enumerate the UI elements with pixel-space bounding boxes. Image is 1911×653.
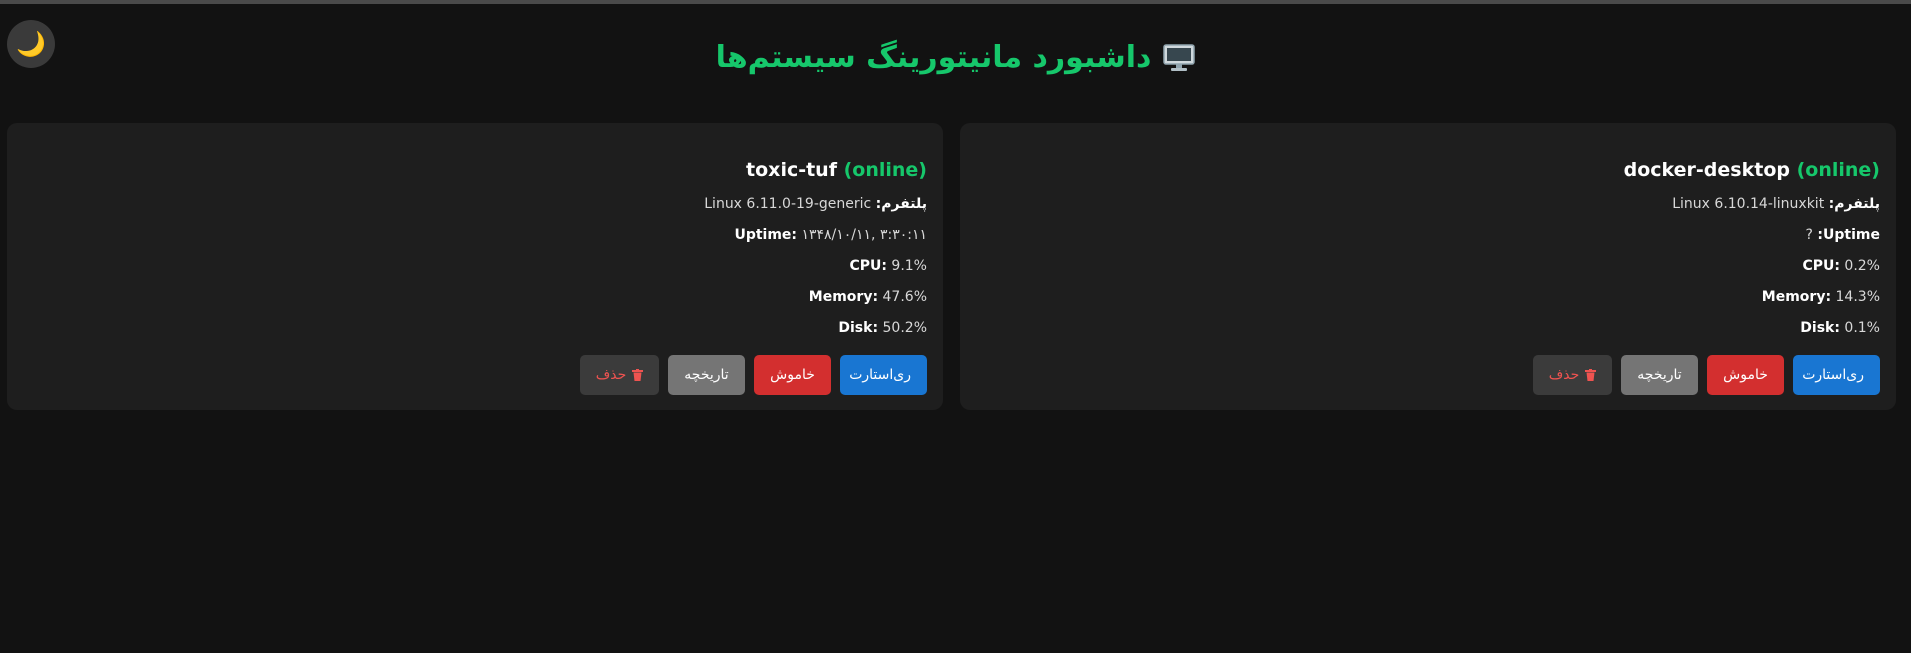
host-name: docker-desktop (1623, 159, 1790, 181)
memory-value: 14.3% (1835, 289, 1880, 305)
shutdown-button[interactable]: خاموش (754, 355, 831, 395)
delete-button[interactable]: حذف (1533, 355, 1612, 395)
memory-row: Memory: 47.6% (23, 288, 927, 306)
host-actions: ری‌استارت خاموش تاریخچه حذف (976, 355, 1880, 395)
page-title-text: داشبورد مانیتورینگ سیستم‌ها (715, 40, 1152, 75)
trash-icon (632, 369, 644, 381)
memory-value: 47.6% (882, 289, 927, 305)
page-title: داشبورد مانیتورینگ سیستم‌ها (0, 40, 1911, 75)
host-card: docker-desktop (online) پلتفرم: Linux 6.… (960, 123, 1896, 410)
uptime-row: Uptime: ? (976, 226, 1880, 244)
platform-row: پلتفرم: Linux 6.10.14-linuxkit (976, 195, 1880, 213)
uptime-row: Uptime: ۱۳۴۸/۱۰/۱۱, ۳:۳۰:۱۱ (23, 226, 927, 244)
host-title: toxic-tuf (online) (23, 159, 927, 181)
restart-button[interactable]: ری‌استارت (840, 355, 927, 395)
monitor-icon (1163, 43, 1196, 73)
disk-value: 0.1% (1844, 320, 1880, 336)
disk-label: Disk: (838, 320, 879, 336)
platform-label: پلتفرم: (1828, 196, 1880, 212)
trash-icon (1585, 369, 1597, 381)
cpu-row: CPU: 9.1% (23, 257, 927, 275)
host-actions: ری‌استارت خاموش تاریخچه حذف (23, 355, 927, 395)
top-border (0, 0, 1911, 4)
memory-label: Memory: (808, 289, 879, 305)
disk-row: Disk: 50.2% (23, 319, 927, 337)
uptime-label: Uptime: (734, 227, 798, 243)
disk-row: Disk: 0.1% (976, 319, 1880, 337)
delete-label: حذف (1548, 367, 1580, 383)
platform-value: Linux 6.11.0-19-generic (704, 196, 872, 212)
history-button[interactable]: تاریخچه (1621, 355, 1698, 395)
history-button[interactable]: تاریخچه (668, 355, 745, 395)
platform-value: Linux 6.10.14-linuxkit (1672, 196, 1825, 212)
memory-row: Memory: 14.3% (976, 288, 1880, 306)
cpu-row: CPU: 0.2% (976, 257, 1880, 275)
host-card: toxic-tuf (online) پلتفرم: Linux 6.11.0-… (7, 123, 943, 410)
host-status: (online) (843, 159, 927, 181)
cpu-value: 0.2% (1844, 258, 1880, 274)
uptime-value: ? (1805, 227, 1813, 243)
delete-label: حذف (595, 367, 627, 383)
host-name: toxic-tuf (746, 159, 837, 181)
host-status: (online) (1796, 159, 1880, 181)
uptime-value: ۱۳۴۸/۱۰/۱۱, ۳:۳۰:۱۱ (801, 227, 927, 243)
restart-button[interactable]: ری‌استارت (1793, 355, 1880, 395)
cpu-label: CPU: (849, 258, 887, 274)
disk-value: 50.2% (882, 320, 927, 336)
disk-label: Disk: (1800, 320, 1840, 336)
cpu-value: 9.1% (891, 258, 927, 274)
uptime-label: Uptime: (1817, 227, 1880, 243)
host-title: docker-desktop (online) (976, 159, 1880, 181)
memory-label: Memory: (1761, 289, 1832, 305)
platform-row: پلتفرم: Linux 6.11.0-19-generic (23, 195, 927, 213)
platform-label: پلتفرم: (875, 196, 927, 212)
delete-button[interactable]: حذف (580, 355, 659, 395)
shutdown-button[interactable]: خاموش (1707, 355, 1784, 395)
cpu-label: CPU: (1802, 258, 1840, 274)
